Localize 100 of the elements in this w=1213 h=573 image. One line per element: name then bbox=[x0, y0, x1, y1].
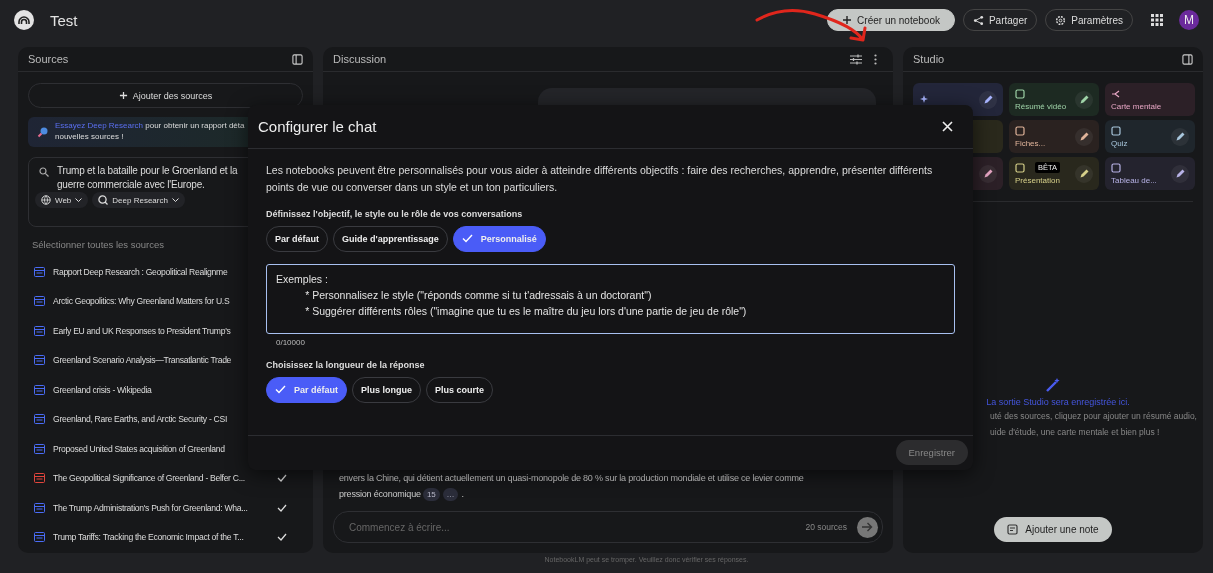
research-mode-chip[interactable]: Deep Research bbox=[92, 192, 185, 208]
document-icon bbox=[34, 355, 45, 366]
document-icon bbox=[34, 325, 45, 336]
logo-icon bbox=[14, 10, 34, 30]
edit-icon[interactable] bbox=[1075, 164, 1093, 183]
custom-instructions-field[interactable]: Exemples : * Personnalisez le style ("réponds comme si tu t'adressais à un doctorant") * Suggérer différents rôles ("imagine que tu es le maître du jeu lors d'une partie de jeu de rôle") bbox=[266, 263, 955, 334]
studio-tile[interactable]: Quiz bbox=[1105, 120, 1195, 153]
tool-icon bbox=[1015, 88, 1025, 99]
source-title[interactable]: Rapport Deep Research : Geopolitical Realignme bbox=[53, 266, 228, 277]
character-counter: 0/10000 bbox=[276, 337, 306, 347]
edit-icon[interactable] bbox=[979, 164, 997, 183]
tool-icon bbox=[1111, 162, 1121, 173]
promo-text: Essayez Deep Research pour obtenir un rapport déta nouvelles sources ! bbox=[55, 121, 245, 143]
document-icon bbox=[34, 384, 45, 395]
add-sources-button[interactable]: Ajouter des sources bbox=[28, 83, 303, 108]
share-icon bbox=[972, 14, 984, 26]
dialog-title: Configurer le chat bbox=[258, 118, 377, 135]
tile-label: Quiz bbox=[1111, 138, 1129, 148]
chat-input-field[interactable]: Commencez à écrire... 20 sources bbox=[333, 511, 883, 543]
document-icon bbox=[34, 443, 45, 454]
edit-icon[interactable] bbox=[1075, 127, 1093, 146]
document-icon bbox=[34, 502, 45, 513]
check-icon bbox=[276, 474, 287, 483]
citation-chip[interactable]: 15 bbox=[423, 488, 440, 502]
citation-chip[interactable]: … bbox=[442, 488, 459, 502]
check-icon bbox=[276, 533, 287, 542]
tile-label: Fiches... bbox=[1015, 138, 1047, 148]
studio-tile[interactable]: Fiches... bbox=[1009, 120, 1099, 153]
panel-toggle-icon[interactable] bbox=[1182, 53, 1193, 65]
length-option-chip[interactable]: Par défaut bbox=[266, 376, 347, 403]
edit-icon[interactable] bbox=[1075, 90, 1093, 109]
goal-option-chip[interactable]: Guide d'apprentissage bbox=[333, 225, 448, 252]
source-title[interactable]: Trump Tariffs: Tracking the Economic Impact of the T... bbox=[53, 532, 244, 543]
plus-icon bbox=[842, 15, 853, 25]
magic-wand-icon bbox=[1045, 377, 1061, 393]
answer-text: envers la Chine, qui détient actuellement un quasi-monopole de 80 % sur la production mondiale et utilise ce levier comme pression économique 15 … . bbox=[338, 471, 805, 503]
search-icon bbox=[39, 167, 49, 177]
tool-icon bbox=[919, 94, 929, 105]
research-query-field[interactable]: Trump et la bataille pour le Groenland et la guerre commerciale avec l'Europe. bbox=[57, 164, 238, 192]
tool-icon bbox=[1015, 162, 1025, 173]
source-title[interactable]: Arctic Geopolitics: Why Greenland Matters for U.S bbox=[53, 296, 230, 307]
edit-icon[interactable] bbox=[979, 90, 997, 109]
search-icon bbox=[98, 195, 109, 205]
caret-icon bbox=[75, 197, 83, 203]
tool-icon bbox=[1111, 125, 1121, 136]
studio-tile[interactable]: Tableau de... bbox=[1105, 157, 1195, 190]
source-title[interactable]: Greenland, Rare Earths, and Arctic Security - CSI bbox=[53, 414, 227, 425]
web-filter-chip[interactable]: Web bbox=[35, 192, 89, 208]
create-notebook-button[interactable]: Créer un notebook bbox=[827, 9, 955, 31]
tile-label: Tableau de... bbox=[1111, 175, 1158, 185]
settings-button[interactable]: Paramètres bbox=[1045, 9, 1133, 31]
source-count: 20 sources bbox=[805, 522, 847, 532]
goal-label: Définissez l'objectif, le style ou le rôle de vos conversations bbox=[266, 208, 524, 219]
source-title[interactable]: The Trump Administration's Push for Greenland: Wha... bbox=[53, 502, 248, 513]
panel-title: Sources bbox=[28, 53, 69, 65]
panel-title: Discussion bbox=[333, 53, 387, 65]
empty-state-title: La sortie Studio sera enregistrée ici. bbox=[985, 397, 1130, 407]
deep-research-link[interactable]: Essayez Deep Research bbox=[55, 121, 144, 131]
notebook-title: Test bbox=[50, 11, 78, 29]
document-icon bbox=[34, 532, 45, 543]
studio-tile[interactable]: Résumé vidéo bbox=[1009, 83, 1099, 116]
source-title[interactable]: Early EU and UK Responses to President Trump's bbox=[53, 325, 231, 336]
arrow-icon bbox=[862, 522, 873, 532]
source-title[interactable]: Greenland Scenario Analysis—Transatlantic Trade bbox=[53, 355, 232, 366]
tool-icon bbox=[1015, 125, 1025, 136]
close-icon[interactable] bbox=[942, 121, 953, 132]
user-avatar[interactable]: M bbox=[1179, 10, 1199, 30]
goal-option-chip[interactable]: Par défaut bbox=[266, 225, 328, 252]
source-title[interactable]: Greenland crisis - Wikipedia bbox=[53, 384, 152, 395]
tile-label: Présentation bbox=[1015, 176, 1061, 185]
more-options-icon[interactable] bbox=[874, 53, 877, 65]
empty-state-text: uté des sources, cliquez pour ajouter un résumé audio, uide d'étude, une carte mentale et bien plus ! bbox=[990, 410, 1198, 440]
check-icon bbox=[461, 234, 473, 244]
globe-icon bbox=[41, 195, 51, 205]
note-icon bbox=[1007, 524, 1019, 535]
document-icon bbox=[34, 266, 45, 277]
plus-icon bbox=[118, 91, 128, 100]
source-title[interactable]: The Geopolitical Significance of Greenland - Belfer C... bbox=[53, 473, 245, 484]
apps-grid-icon[interactable] bbox=[1151, 14, 1163, 26]
panel-toggle-icon[interactable] bbox=[292, 53, 303, 65]
panel-title: Studio bbox=[913, 53, 945, 65]
share-button[interactable]: Partager bbox=[962, 9, 1038, 31]
document-icon bbox=[34, 414, 45, 425]
edit-icon[interactable] bbox=[1171, 164, 1189, 183]
tile-label: Carte mentale bbox=[1111, 101, 1163, 111]
tune-icon[interactable] bbox=[850, 53, 862, 65]
length-option-chip[interactable]: Plus courte bbox=[426, 376, 494, 403]
studio-tile[interactable]: Carte mentale bbox=[1105, 83, 1195, 116]
check-icon bbox=[275, 385, 286, 395]
add-note-button[interactable]: Ajouter une note bbox=[994, 517, 1112, 542]
length-option-chip[interactable]: Plus longue bbox=[352, 376, 422, 403]
document-icon bbox=[34, 296, 45, 307]
tool-icon bbox=[1111, 88, 1121, 99]
send-button[interactable] bbox=[857, 516, 878, 538]
edit-icon[interactable] bbox=[1171, 127, 1189, 146]
caret-icon bbox=[171, 197, 179, 203]
search-sparkle-icon bbox=[37, 126, 49, 138]
length-label: Choisissez la longueur de la réponse bbox=[266, 359, 426, 370]
goal-option-chip[interactable]: Personnalisé bbox=[452, 225, 546, 252]
source-title[interactable]: Proposed United States acquisition of Greenland bbox=[53, 443, 225, 454]
